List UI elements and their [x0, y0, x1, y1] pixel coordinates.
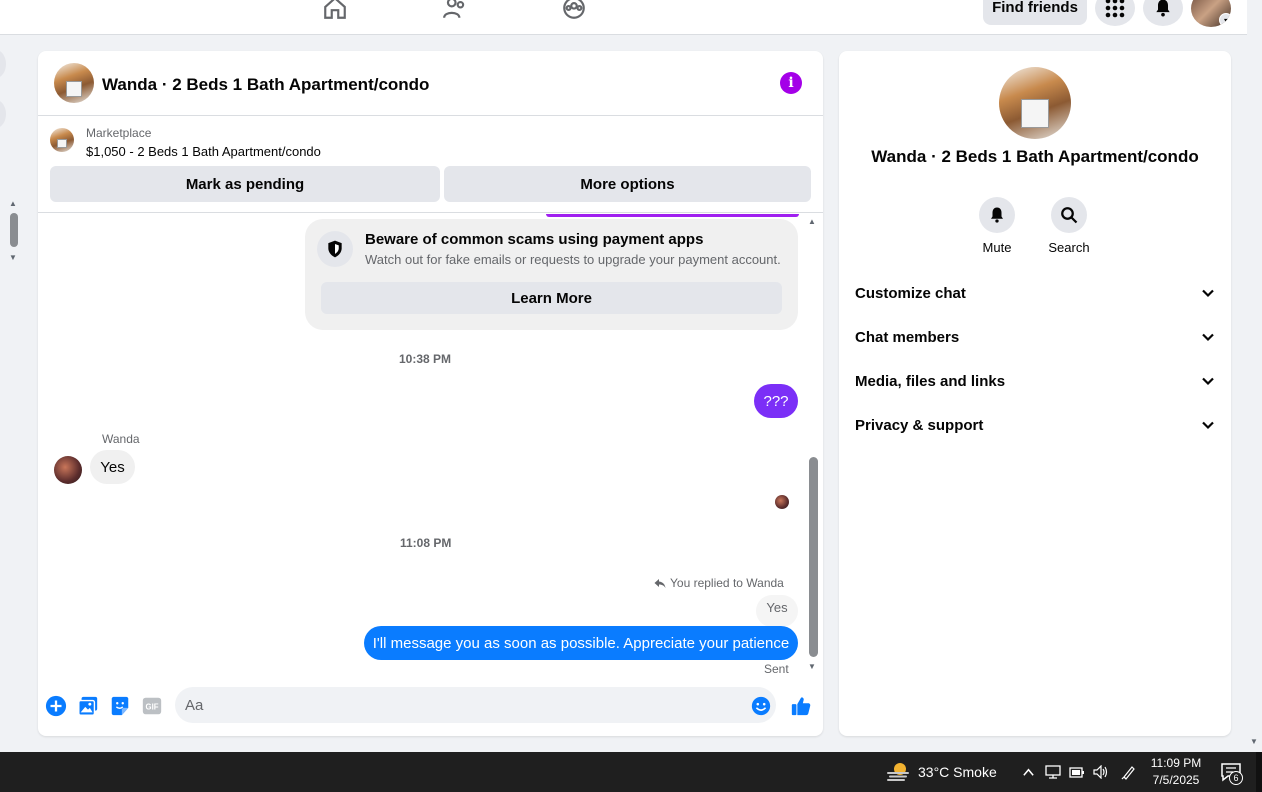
outgoing-message-bubble[interactable]: ??? [754, 384, 798, 418]
chat-members-row[interactable]: Chat members [847, 317, 1223, 357]
chevron-down-icon: ▾ [1219, 13, 1231, 27]
media-files-links-row[interactable]: Media, files and links [847, 361, 1223, 401]
message-timestamp: 11:08 PM [400, 536, 452, 550]
section-label: Privacy & support [855, 416, 984, 434]
mute-label: Mute [982, 240, 1012, 255]
message-status: Sent [764, 662, 789, 676]
conversation-photo[interactable] [999, 67, 1071, 139]
reply-arrow-icon [654, 578, 666, 588]
network-icon[interactable] [1045, 764, 1061, 780]
privacy-support-row[interactable]: Privacy & support [847, 405, 1223, 445]
conversation-details-panel: Wanda · 2 Beds 1 Bath Apartment/condo Mu… [839, 51, 1231, 736]
message-timestamp: 10:38 PM [399, 352, 452, 366]
mark-as-pending-button[interactable]: Mark as pending [50, 166, 440, 202]
plus-icon[interactable] [45, 695, 67, 717]
sticker-icon[interactable] [109, 695, 131, 717]
reply-note: You replied to Wanda [654, 576, 784, 590]
scam-notice-title: Beware of common scams using payment app… [365, 231, 704, 248]
sender-avatar[interactable] [54, 456, 82, 484]
groups-icon[interactable] [560, 0, 588, 22]
scam-notice-card: Beware of common scams using payment app… [305, 219, 798, 330]
thumbs-up-icon[interactable] [790, 695, 812, 717]
learn-more-button[interactable]: Learn More [321, 282, 782, 314]
scroll-down-arrow-icon[interactable]: ▼ [808, 662, 816, 671]
customize-chat-row[interactable]: Customize chat [847, 273, 1223, 313]
section-label: Customize chat [855, 284, 966, 302]
find-friends-button[interactable]: Find friends [983, 0, 1087, 25]
emoji-icon[interactable] [750, 695, 772, 717]
volume-icon[interactable] [1093, 764, 1109, 780]
mute-button[interactable]: Mute [967, 197, 1027, 255]
pen-icon[interactable] [1121, 764, 1137, 780]
scroll-down-arrow-icon[interactable]: ▼ [1250, 737, 1258, 746]
message-list: Beware of common scams using payment app… [38, 214, 823, 676]
chat-panel: Wanda · 2 Beds 1 Bath Apartment/condo i … [38, 51, 823, 736]
message-input[interactable] [175, 687, 776, 723]
quoted-message[interactable]: Yes [756, 595, 798, 627]
conversation-name: Wanda · 2 Beds 1 Bath Apartment/condo [871, 147, 1199, 166]
chat-scrollbar-thumb[interactable] [809, 457, 818, 657]
scroll-up-arrow-icon[interactable]: ▲ [808, 217, 816, 226]
message-composer: GIF [38, 685, 823, 725]
search-label: Search [1048, 240, 1090, 255]
chevron-down-icon [1202, 421, 1214, 430]
weather-text[interactable]: 33°C Smoke [918, 764, 997, 780]
left-rail-button[interactable] [0, 100, 6, 128]
weather-smoke-icon[interactable] [886, 760, 910, 784]
more-options-button[interactable]: More options [444, 166, 811, 202]
account-avatar[interactable]: ▾ [1191, 0, 1231, 27]
section-label: Chat members [855, 328, 960, 346]
clock-time: 11:09 PM [1150, 756, 1202, 770]
gif-icon[interactable]: GIF [141, 695, 163, 717]
clock-date: 7/5/2025 [1152, 773, 1200, 787]
chevron-up-icon[interactable] [1020, 764, 1036, 780]
previous-message-edge [546, 214, 799, 217]
listing-thumbnail[interactable] [54, 63, 94, 103]
outgoing-message-bubble[interactable]: I'll message you as soon as possible. Ap… [364, 626, 798, 660]
read-receipt-avatar [775, 495, 789, 509]
chat-title[interactable]: Wanda · 2 Beds 1 Bath Apartment/condo [102, 75, 429, 95]
show-desktop-button[interactable] [1256, 752, 1262, 792]
notification-count-badge: 6 [1229, 771, 1243, 785]
gif-label: GIF [146, 703, 159, 712]
marketplace-label: Marketplace [86, 126, 152, 140]
section-label: Media, files and links [855, 372, 1006, 390]
shield-icon [317, 231, 353, 267]
photo-icon[interactable] [77, 695, 99, 717]
left-scrollbar-thumb[interactable] [10, 213, 18, 247]
chevron-down-icon [1202, 289, 1214, 298]
home-icon[interactable] [321, 0, 349, 22]
system-clock[interactable]: 11:09 PM 7/5/2025 [1140, 755, 1212, 789]
bell-icon[interactable] [1143, 0, 1183, 26]
top-navigation: Find friends ▾ [0, 0, 1247, 35]
sender-name: Wanda [102, 432, 140, 446]
chevron-down-icon [1202, 377, 1214, 386]
windows-taskbar: 33°C Smoke 11:09 PM 7/5/2025 6 [0, 752, 1262, 792]
bell-icon [979, 197, 1015, 233]
grid-menu-icon[interactable] [1095, 0, 1135, 26]
battery-icon[interactable] [1069, 764, 1085, 780]
chat-header: Wanda · 2 Beds 1 Bath Apartment/condo i [38, 51, 823, 116]
scam-notice-subtitle: Watch out for fake emails or requests to… [365, 252, 781, 267]
listing-price[interactable]: $1,050 - 2 Beds 1 Bath Apartment/condo [86, 144, 321, 159]
scroll-down-arrow-icon[interactable]: ▼ [9, 253, 17, 262]
friends-icon[interactable] [441, 0, 469, 22]
scroll-up-arrow-icon[interactable]: ▲ [9, 199, 17, 208]
search-button[interactable]: Search [1039, 197, 1099, 255]
reply-note-text: You replied to Wanda [670, 576, 784, 590]
chevron-down-icon [1202, 333, 1214, 342]
listing-mini-thumbnail[interactable] [50, 128, 74, 152]
search-icon [1051, 197, 1087, 233]
incoming-message-bubble[interactable]: Yes [90, 450, 135, 484]
left-rail-button[interactable] [0, 50, 6, 78]
info-icon[interactable]: i [780, 72, 802, 94]
marketplace-bar: Marketplace $1,050 - 2 Beds 1 Bath Apart… [38, 116, 823, 213]
